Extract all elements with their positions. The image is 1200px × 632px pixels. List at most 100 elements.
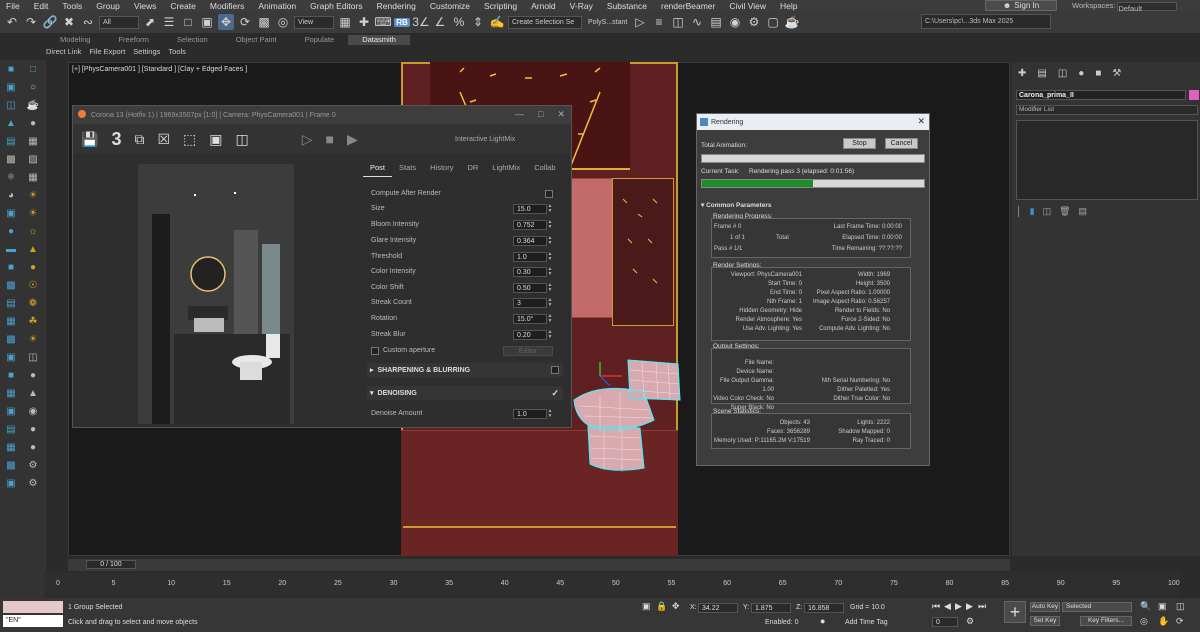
auto-key-button[interactable]: Auto Key (1030, 602, 1060, 612)
lights-icon[interactable]: ▣ (1, 78, 21, 96)
menu-arnold[interactable]: Arnold (524, 1, 563, 11)
menu-substance[interactable]: Substance (600, 1, 654, 11)
workspace-selector[interactable]: Workspaces: Default (1072, 0, 1178, 13)
ies-icon[interactable]: ☉ (23, 276, 43, 294)
unlink-icon[interactable]: ✖ (61, 14, 77, 30)
rectangle-selection-icon[interactable]: □ (180, 14, 196, 30)
render-production-icon[interactable]: ☕ (784, 14, 800, 30)
doors-icon[interactable]: ▤ (1, 132, 21, 150)
select-manipulate-icon[interactable]: ✚ (356, 14, 372, 30)
sky-icon[interactable]: ❁ (23, 294, 43, 312)
tab-lightmix[interactable]: LightMix (485, 163, 527, 177)
window-crossing-icon[interactable]: ▣ (199, 14, 215, 30)
render-icon[interactable]: ▶ (347, 131, 358, 148)
sphere-grey-icon[interactable]: ● (23, 366, 43, 384)
z-coordinate-field[interactable]: 16.858 (804, 603, 844, 613)
spinner-icon[interactable]: ▲ ▼ (547, 329, 553, 340)
utilities-tab-icon[interactable]: ⚒ (1112, 68, 1121, 79)
object-color-swatch[interactable] (1189, 90, 1199, 100)
sharpening-checkbox[interactable] (551, 366, 559, 374)
spinner-icon[interactable]: ▲ ▼ (547, 282, 553, 293)
checkmark-icon[interactable]: ✓ (551, 388, 559, 399)
pin-stack-icon[interactable]: │ (1016, 206, 1022, 217)
spinner-icon[interactable]: ▲ ▼ (547, 266, 553, 277)
box-icon[interactable]: ■ (1, 258, 21, 276)
key-filters-button[interactable]: Key Filters... (1080, 616, 1132, 626)
omni-icon[interactable]: ● (23, 258, 43, 276)
selection-filter-dropdown[interactable]: All (99, 15, 139, 29)
param-value[interactable]: 3 (513, 297, 547, 308)
compound-icon[interactable]: ▲ (1, 114, 21, 132)
undo-icon[interactable]: ↶ (4, 14, 20, 30)
next-frame-icon[interactable]: ▶ (966, 601, 973, 612)
custom-aperture-checkbox[interactable] (371, 346, 379, 355)
pan-icon[interactable]: ✋ (1158, 616, 1169, 627)
spot-icon[interactable]: ▲ (23, 240, 43, 258)
particles-icon[interactable]: ● (23, 114, 43, 132)
modifier-stack[interactable] (1016, 120, 1198, 200)
volume-icon[interactable]: ▣ (1, 348, 21, 366)
tab-stats[interactable]: Stats (392, 163, 423, 177)
key-mode-dropdown[interactable]: Selected (1062, 602, 1132, 612)
menu-animation[interactable]: Animation (251, 1, 303, 11)
common-parameters-header[interactable]: ▾ Common Parameters (701, 201, 771, 209)
field-of-view-icon[interactable]: ◎ (1140, 616, 1148, 627)
isolate-selection-icon[interactable]: ▣ (642, 601, 651, 612)
menu-civil-view[interactable]: Civil View (722, 1, 773, 11)
menu-create[interactable]: Create (163, 1, 203, 11)
menu-edit[interactable]: Edit (27, 1, 56, 11)
file-export-button[interactable]: File Export (89, 47, 125, 57)
material-editor-icon[interactable]: ◉ (727, 14, 743, 30)
interactive-lightmix-label[interactable]: Interactive LightMix (455, 136, 515, 143)
cancel-button[interactable]: Cancel (885, 138, 918, 149)
menu-tools[interactable]: Tools (55, 1, 89, 11)
portal-icon[interactable]: ▩ (1, 276, 21, 294)
direct-link-button[interactable]: Direct Link (46, 47, 81, 57)
param-value[interactable]: 0.364 (513, 235, 547, 246)
fur-icon[interactable]: ☘ (23, 312, 43, 330)
workspace-dropdown[interactable]: Default (1117, 1, 1178, 13)
menu-graph-editors[interactable]: Graph Editors (303, 1, 369, 11)
material-icon[interactable]: ◉ (23, 402, 43, 420)
align-icon[interactable]: ≡ (651, 14, 667, 30)
view-cube-icon[interactable]: ▣ (1, 474, 21, 492)
spinner-icon[interactable]: ▲ ▼ (547, 203, 553, 214)
param-value[interactable]: 0.752 (513, 219, 547, 230)
helpers-icon[interactable]: ◫ (1, 96, 21, 114)
compute-after-render-checkbox[interactable] (545, 189, 553, 198)
reference-coordinate-dropdown[interactable]: View (294, 15, 334, 29)
cameras-icon[interactable]: ○ (23, 78, 43, 96)
menu-v-ray[interactable]: V-Ray (563, 1, 600, 11)
layer-explorer-icon[interactable]: ◫ (670, 14, 686, 30)
add-time-tag-button[interactable]: Add Time Tag (845, 619, 888, 626)
side-panel-icon[interactable]: ◫ (235, 131, 248, 148)
save-icon[interactable]: 💾 (81, 131, 98, 148)
corona-frame-buffer-window[interactable]: Corona 13 (Hotfix 1) | 1969x3507px [1:0]… (72, 105, 572, 428)
sphere-icon[interactable]: ● (1, 222, 21, 240)
select-and-scale-icon[interactable]: ▩ (256, 14, 272, 30)
snap-3d-icon[interactable]: 3∠ (412, 14, 429, 30)
spinner-icon[interactable]: ▲ ▼ (547, 219, 553, 230)
close-icon[interactable]: ✕ (917, 116, 925, 127)
tab-history[interactable]: History (423, 163, 460, 177)
menu-renderbeamer[interactable]: renderBeamer (654, 1, 722, 11)
corona-number[interactable]: 3 (111, 129, 121, 150)
ribbon-tab-freeform[interactable]: Freeform (104, 35, 162, 45)
y-coordinate-field[interactable]: 1.875 (751, 603, 791, 613)
modify-tab-icon[interactable]: ▤ (1037, 68, 1046, 79)
slicer-icon[interactable]: ■ (1, 366, 21, 384)
spinner-icon[interactable]: ▲ ▼ (547, 313, 553, 324)
render-setup-icon[interactable]: ⚙ (746, 14, 762, 30)
settings2-icon[interactable]: ⚙ (23, 474, 43, 492)
maximize-icon[interactable]: □ (538, 109, 543, 120)
ribbon-tab-populate[interactable]: Populate (291, 35, 349, 45)
menu-customize[interactable]: Customize (423, 1, 477, 11)
language-field[interactable]: "EN" (3, 615, 63, 627)
orbit-icon[interactable]: ⟳ (1176, 616, 1184, 627)
zoom-all-icon[interactable]: ▣ (1158, 601, 1167, 612)
vol-icon[interactable]: ◕ (1, 186, 21, 204)
named-selection-dropdown[interactable]: Create Selection Se (508, 15, 582, 29)
param-value[interactable]: 1.0 (513, 251, 547, 262)
place-icon[interactable]: ◎ (275, 14, 291, 30)
spinner-icon[interactable]: ▲ ▼ (547, 235, 553, 246)
